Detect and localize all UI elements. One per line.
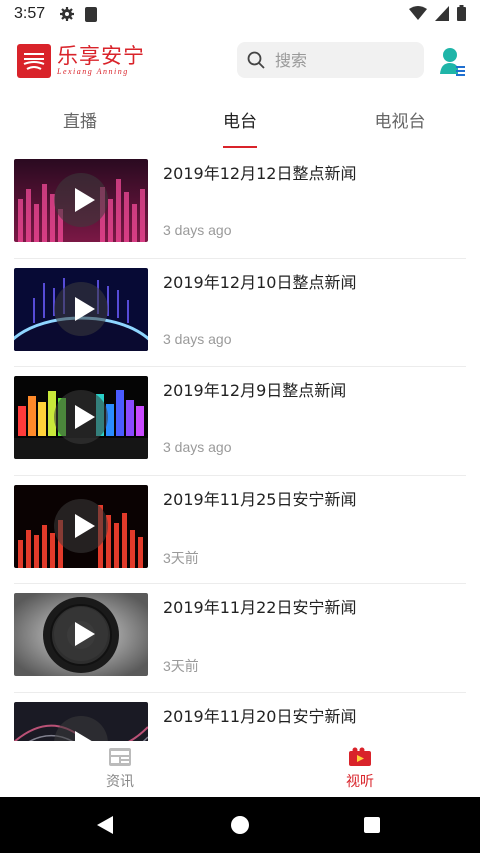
thumbnail[interactable] xyxy=(14,159,148,242)
item-time: 3 days ago xyxy=(163,439,232,455)
user-profile-icon[interactable] xyxy=(438,46,466,76)
item-time: 3 days ago xyxy=(163,330,232,347)
list-item[interactable]: 2019年11月25日安宁新闻 3天前 xyxy=(14,476,466,584)
search-icon xyxy=(247,51,265,69)
system-nav-bar xyxy=(0,797,480,853)
item-title[interactable]: 2019年12月10日整点新闻 xyxy=(163,269,356,293)
thumbnail[interactable] xyxy=(14,484,148,568)
home-icon[interactable] xyxy=(231,816,249,834)
status-bar: 3:57 xyxy=(0,0,480,28)
logo-title: 乐享安宁 xyxy=(57,44,145,68)
video-icon xyxy=(349,747,371,766)
item-time: 3天前 xyxy=(163,658,199,674)
signal-icon xyxy=(435,5,449,21)
sd-card-icon xyxy=(85,6,98,22)
list-item[interactable]: 2019年12月12日整点新闻 3 days ago xyxy=(14,150,466,259)
news-icon xyxy=(109,748,131,766)
thumbnail[interactable] xyxy=(14,701,148,741)
logo-subtitle: Lexiang Anning xyxy=(57,67,129,76)
play-icon[interactable] xyxy=(54,498,108,553)
status-time: 3:57 xyxy=(14,5,46,22)
tab-tv[interactable]: 电视台 xyxy=(320,100,480,148)
thumbnail[interactable] xyxy=(14,593,148,676)
nav-media[interactable]: 视听 xyxy=(240,741,480,797)
search-box[interactable] xyxy=(237,42,424,78)
app-logo: 乐享安宁 Lexiang Anning xyxy=(17,42,147,80)
thumbnail[interactable] xyxy=(14,376,148,459)
item-title[interactable]: 2019年12月12日整点新闻 xyxy=(163,160,356,184)
list-item[interactable]: 2019年12月10日整点新闻 3 days ago xyxy=(14,259,466,367)
list-item[interactable]: 2019年11月20日安宁新闻 xyxy=(14,693,466,741)
nav-media-label: 视听 xyxy=(346,774,374,790)
media-list: 2019年12月12日整点新闻 3 days ago 2019年12月10日整点… xyxy=(0,150,480,741)
logo-badge-icon xyxy=(17,44,51,78)
recent-apps-icon[interactable] xyxy=(364,817,380,833)
search-input[interactable] xyxy=(273,49,407,71)
list-item[interactable]: 2019年12月9日整点新闻 3 days ago xyxy=(14,367,466,476)
play-icon[interactable] xyxy=(54,607,108,661)
nav-news-label: 资讯 xyxy=(106,774,134,790)
nav-news[interactable]: 资讯 xyxy=(0,741,240,797)
play-icon[interactable] xyxy=(54,173,108,227)
tab-radio[interactable]: 电台 xyxy=(160,100,320,148)
list-item[interactable]: 2019年11月22日安宁新闻 3天前 xyxy=(14,584,466,693)
thumbnail[interactable] xyxy=(14,267,148,351)
battery-icon xyxy=(457,5,466,21)
bottom-nav: 资讯 视听 xyxy=(0,741,480,797)
tab-live[interactable]: 直播 xyxy=(0,100,160,148)
play-icon[interactable] xyxy=(54,390,108,444)
back-icon[interactable] xyxy=(97,816,113,834)
item-title[interactable]: 2019年11月22日安宁新闻 xyxy=(163,594,356,618)
item-time: 3天前 xyxy=(163,549,199,566)
settings-gear-icon xyxy=(60,7,75,21)
app-header: 乐享安宁 Lexiang Anning xyxy=(0,42,480,80)
item-title[interactable]: 2019年11月25日安宁新闻 xyxy=(163,486,356,510)
category-tabs: 直播 电台 电视台 xyxy=(0,100,480,148)
play-icon[interactable] xyxy=(54,281,108,336)
item-title[interactable]: 2019年12月9日整点新闻 xyxy=(163,377,346,401)
item-time: 3 days ago xyxy=(163,222,232,238)
item-title[interactable]: 2019年11月20日安宁新闻 xyxy=(163,703,356,727)
wifi-icon xyxy=(409,5,427,20)
